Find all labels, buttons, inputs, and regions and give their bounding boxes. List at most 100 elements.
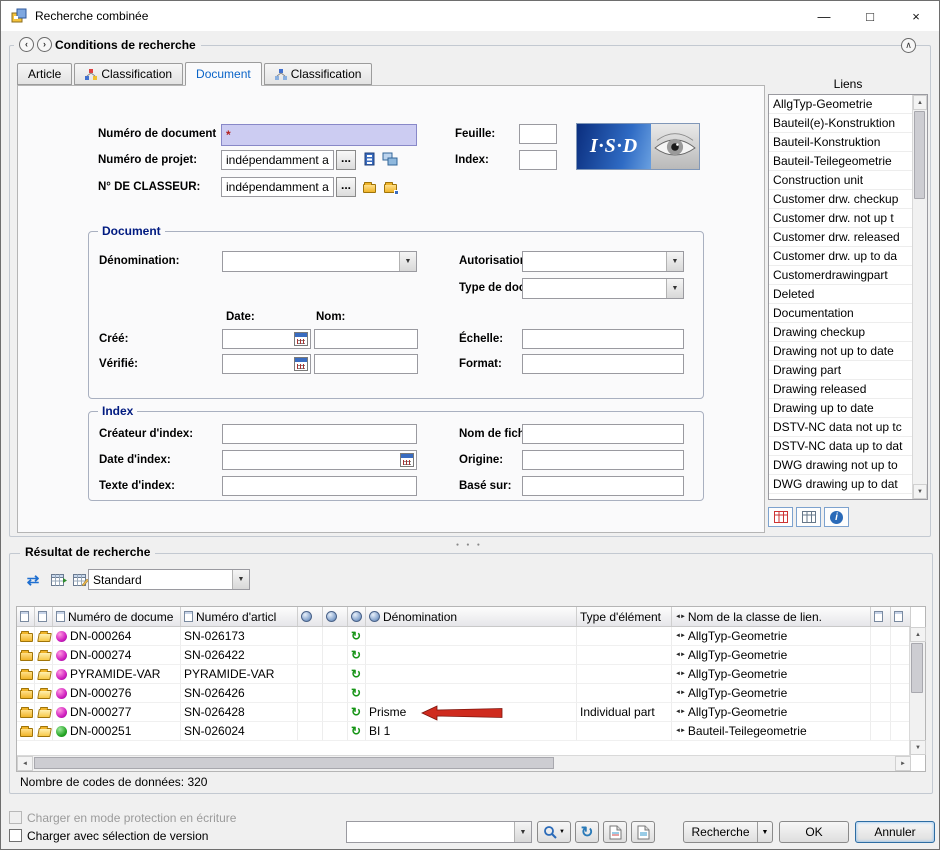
project-select-icon[interactable] [381,150,400,169]
project-browse-button[interactable]: ... [336,150,356,170]
header-icon-col-3[interactable] [871,607,891,626]
checked-name-input[interactable] [314,354,418,374]
cancel-button[interactable]: Annuler [855,821,935,843]
tab-classification-2[interactable]: Classification [264,63,373,85]
header-icon-col-1[interactable] [17,607,35,626]
liens-item[interactable]: Bauteil(e)-Konstruktion [769,114,912,133]
collapse-icon[interactable]: ∧ [901,38,916,53]
liens-item[interactable]: Drawing up to date [769,399,912,418]
index-creator-input[interactable] [222,424,417,444]
liens-item[interactable]: Customerdrawingpart [769,266,912,285]
liens-item[interactable]: Drawing not up to date [769,342,912,361]
authorization-combo[interactable]: ▼ [522,251,684,272]
liens-item[interactable]: Deleted [769,285,912,304]
liens-item[interactable]: DWG drawing up to dat [769,475,912,494]
table-row[interactable]: PYRAMIDE-VAR PYRAMIDE-VAR ↻ ◄►AllgTyp-Ge… [17,665,911,684]
liens-item[interactable]: Drawing checkup [769,323,912,342]
binder-browse-button[interactable]: ... [336,177,356,197]
show-detail-button[interactable] [603,821,627,843]
liens-scrollbar[interactable]: ▲ ▼ [912,95,927,499]
search-button[interactable]: Recherche ▼ [683,821,773,843]
view-combo[interactable]: Standard ▼ [88,569,250,590]
header-article-number[interactable]: Numéro d'articl [181,607,298,626]
liens-item[interactable]: Customer drw. up to da [769,247,912,266]
folder-icon[interactable] [360,177,379,196]
liens-item[interactable]: Construction unit [769,171,912,190]
doc-type-combo[interactable]: ▼ [522,278,684,299]
tab-classification-1[interactable]: Classification [74,63,183,85]
created-name-input[interactable] [314,329,418,349]
header-link-class[interactable]: ◄►Nom de la classe de lien. [672,607,871,626]
scroll-up-icon[interactable]: ▲ [910,627,926,642]
liens-item[interactable]: DWG drawing not up to [769,456,912,475]
filename-input[interactable] [522,424,684,444]
liens-item[interactable]: AllgTyp-Geometrie [769,95,912,114]
nav-next-icon[interactable]: › [37,37,52,52]
header-icon-col-4[interactable] [891,607,911,626]
doc-number-input[interactable] [221,124,417,146]
header-globe-1[interactable] [298,607,323,626]
scroll-thumb[interactable] [914,111,925,199]
show-graphic-button[interactable] [631,821,655,843]
refresh-results-button[interactable]: ⇄ [22,570,44,590]
liens-item[interactable]: Bauteil-Konstruktion [769,133,912,152]
denomination-combo[interactable]: ▼ [222,251,417,272]
liens-item[interactable]: Bauteil-Teilegeometrie [769,152,912,171]
project-list-icon[interactable] [360,150,379,169]
index-text-input[interactable] [222,476,417,496]
maximize-button[interactable]: □ [847,1,893,31]
liens-item[interactable]: Customer drw. checkup [769,190,912,209]
version-select-checkbox[interactable] [9,829,22,842]
transfer-results-button[interactable] [48,570,70,590]
result-list-button[interactable] [796,507,821,527]
scroll-down-icon[interactable]: ▼ [910,740,926,755]
liens-list[interactable]: AllgTyp-Geometrie Bauteil(e)-Konstruktio… [768,94,928,500]
format-input[interactable] [522,354,684,374]
liens-item[interactable]: Documentation [769,304,912,323]
header-globe-2[interactable] [323,607,348,626]
scroll-thumb[interactable] [911,643,923,693]
calendar-icon[interactable] [400,453,414,467]
scroll-thumb[interactable] [34,757,554,769]
scale-input[interactable] [522,329,684,349]
search-options-button[interactable]: ▼ [537,821,571,843]
scroll-right-icon[interactable]: ► [895,756,911,771]
scroll-left-icon[interactable]: ◄ [17,756,33,771]
tab-document[interactable]: Document [185,62,262,86]
folder-add-icon[interactable] [381,177,400,196]
index-date-input[interactable] [222,450,417,470]
liens-item[interactable]: Drawing part [769,361,912,380]
quick-search-combo[interactable]: ▼ [346,821,532,843]
liens-item[interactable]: Drawing released [769,380,912,399]
scroll-up-icon[interactable]: ▲ [913,95,927,110]
calendar-icon[interactable] [294,332,308,346]
header-doc-number[interactable]: Numéro de docume [53,607,181,626]
calendar-icon[interactable] [294,357,308,371]
liens-item[interactable]: DSTV-NC data up to dat [769,437,912,456]
close-button[interactable]: × [893,1,939,31]
table-row[interactable]: DN-000264 SN-026173 ↻ ◄►AllgTyp-Geometri… [17,627,911,646]
binder-input[interactable] [221,177,334,197]
table-hscrollbar[interactable]: ◄ ► [17,755,911,771]
header-element-type[interactable]: Type d'élément [577,607,672,626]
table-row[interactable]: DN-000274 SN-026422 ↻ ◄►AllgTyp-Geometri… [17,646,911,665]
liens-item[interactable]: DSTV-NC data not up tc [769,418,912,437]
table-row[interactable]: DN-000251 SN-026024 ↻ BI 1 ◄►Bauteil-Tei… [17,722,911,741]
based-on-input[interactable] [522,476,684,496]
liens-item[interactable]: Customer drw. not up t [769,209,912,228]
result-list-detail-button[interactable] [768,507,793,527]
header-denomination[interactable]: Dénomination [366,607,577,626]
nav-prev-icon[interactable]: ‹ [19,37,34,52]
tab-article[interactable]: Article [17,63,72,85]
table-vscrollbar[interactable]: ▲ ▼ [909,627,925,755]
ok-button[interactable]: OK [779,821,849,843]
header-icon-col-2[interactable] [35,607,53,626]
minimize-button[interactable]: — [801,1,847,31]
liens-item[interactable]: Customer drw. released [769,228,912,247]
origin-input[interactable] [522,450,684,470]
info-button[interactable]: i [824,507,849,527]
project-input[interactable] [221,150,334,170]
splitter-handle[interactable]: ● ● ● [456,542,483,548]
table-row[interactable]: DN-000276 SN-026426 ↻ ◄►AllgTyp-Geometri… [17,684,911,703]
sheet-input[interactable] [519,124,557,144]
